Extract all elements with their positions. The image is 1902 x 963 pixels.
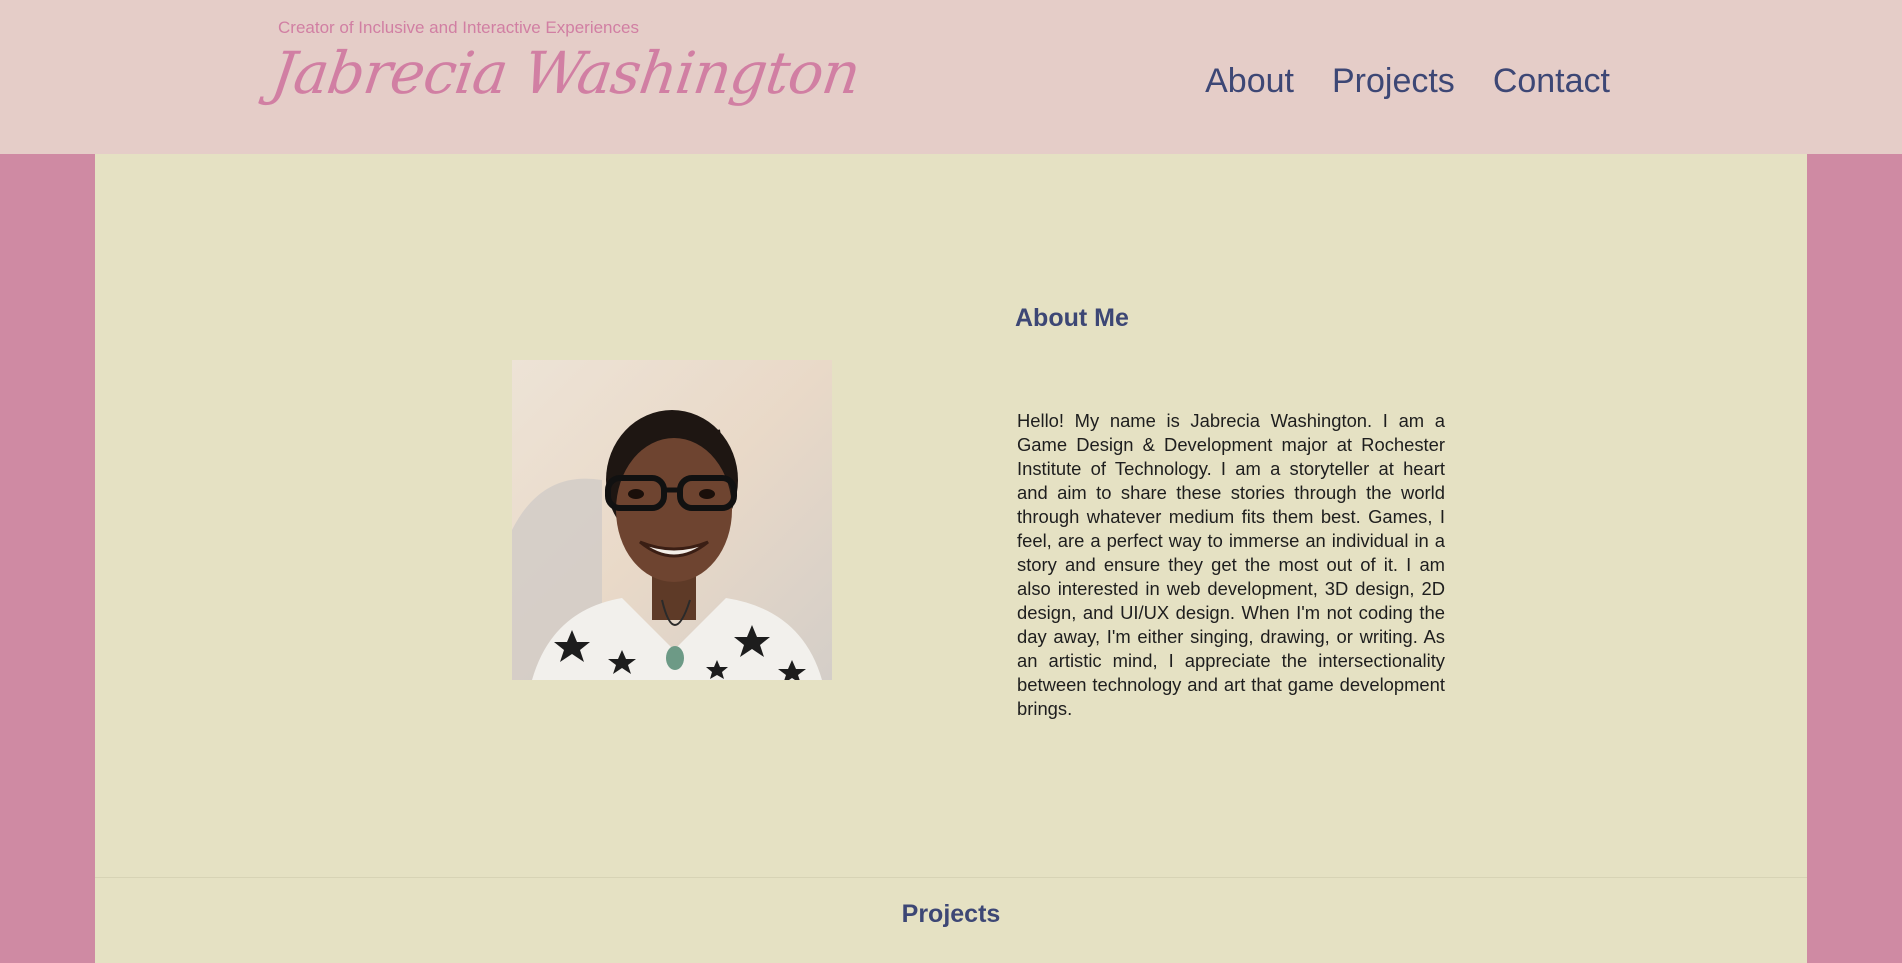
- profile-photo: [512, 360, 832, 680]
- about-heading: About Me: [1015, 304, 1129, 332]
- site-header: Creator of Inclusive and Interactive Exp…: [0, 0, 1902, 154]
- main-content: About Me Hello! My name is Jabrecia Wash…: [95, 154, 1807, 963]
- profile-photo-illustration: [512, 410, 822, 680]
- site-tagline: Creator of Inclusive and Interactive Exp…: [278, 18, 639, 37]
- section-divider: [95, 877, 1807, 878]
- projects-heading: Projects: [901, 900, 1001, 928]
- nav-link-projects[interactable]: Projects: [1332, 64, 1455, 98]
- site-logo-link[interactable]: Jabrecia Washington: [267, 39, 864, 107]
- nav-link-about[interactable]: About: [1205, 64, 1294, 98]
- nav-link-contact[interactable]: Contact: [1493, 64, 1610, 98]
- about-text: Hello! My name is Jabrecia Washington. I…: [1017, 410, 1445, 719]
- main-nav: About Projects Contact: [1205, 64, 1610, 98]
